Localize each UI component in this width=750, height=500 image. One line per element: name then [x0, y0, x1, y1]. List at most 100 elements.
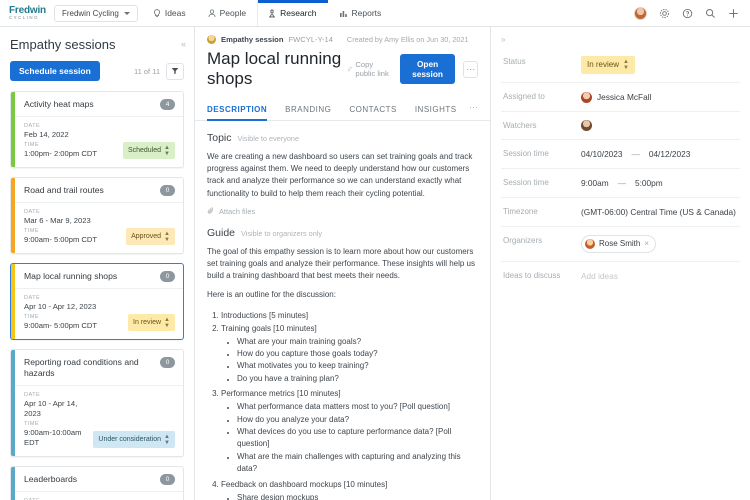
app-logo[interactable]: Fredwin CYCLING: [0, 0, 54, 26]
field-assigned-to-value[interactable]: Jessica McFall: [581, 91, 738, 103]
session-card-status[interactable]: Approved ▲ ▼: [126, 228, 175, 245]
session-hours-start: 9:00am: [581, 178, 609, 188]
session-card-title: Map local running shops: [24, 271, 118, 281]
status-text: Scheduled: [127, 147, 162, 154]
field-session-hours: Session time 9:00am — 5:00pm: [501, 169, 740, 198]
attach-files-button[interactable]: Attach files: [207, 207, 476, 216]
topic-heading: Topic: [207, 132, 232, 144]
field-organizers: Organizers Rose Smith ×: [501, 227, 740, 262]
session-card-status[interactable]: Scheduled ▲ ▼: [122, 142, 175, 159]
plus-icon[interactable]: [728, 8, 739, 19]
title-row: Map local running shops Copy public link…: [207, 49, 479, 98]
remove-organizer-icon[interactable]: ×: [644, 238, 649, 250]
session-card[interactable]: Road and trail routes 0 DATE Mar 6 - Mar…: [10, 177, 184, 254]
tabs-overflow-button[interactable]: ···: [469, 102, 478, 116]
field-assigned-to: Assigned to Jessica McFall: [501, 83, 740, 112]
tab-branding-label: BRANDING: [285, 105, 332, 114]
session-card-time: 9:00am- 5:00pm CDT: [24, 321, 98, 330]
outline-subitem: What devices do you use to capture perfo…: [237, 426, 476, 451]
field-timezone-label: Timezone: [503, 207, 538, 216]
logo-wordmark: Fredwin: [9, 4, 46, 16]
help-icon[interactable]: [682, 8, 693, 19]
microscope-icon: [269, 9, 276, 17]
session-hours-end: 5:00pm: [634, 178, 663, 188]
sessions-sidebar: Empathy sessions « Schedule session 11 o…: [0, 27, 195, 500]
date-label: DATE: [24, 123, 41, 129]
session-card-date: Apr 10 - Apr 12, 2023: [24, 302, 97, 311]
field-ideas-value[interactable]: Add ideas: [581, 270, 738, 282]
outline-item-label: Introductions [5 minutes]: [221, 310, 309, 320]
app-root: Fredwin CYCLING Fredwin Cycling Ideas Pe…: [0, 0, 750, 500]
session-date-end: 04/12/2023: [648, 149, 691, 159]
stepper-icon: ▲ ▼: [164, 230, 170, 243]
session-card-list[interactable]: Activity heat maps 4 DATE Feb 14, 2022 T…: [0, 91, 194, 500]
nav-tab-reports-label: Reports: [351, 8, 382, 18]
open-session-button[interactable]: Open session: [399, 54, 456, 84]
time-label: TIME: [24, 421, 39, 427]
organizer-tag[interactable]: Rose Smith ×: [581, 235, 657, 253]
outline-subitem: What are the main challenges with captur…: [237, 451, 476, 476]
field-status-value: In review ▲ ▼: [581, 56, 738, 74]
workspace-selector[interactable]: Fredwin Cycling: [53, 4, 138, 22]
field-timezone-value[interactable]: (GMT-06:00) Central Time (US & Canada): [581, 206, 738, 218]
more-actions-button[interactable]: ···: [463, 60, 479, 78]
primary-nav-tabs: Ideas People Research Reports: [142, 0, 392, 26]
session-card-date: Feb 14, 2022: [24, 130, 69, 139]
field-status: Status In review ▲ ▼: [501, 48, 740, 83]
outline-item-label: Training goals [10 minutes]: [221, 323, 317, 333]
filter-button[interactable]: [166, 62, 184, 80]
tab-contacts[interactable]: CONTACTS: [340, 98, 405, 120]
nav-tab-research[interactable]: Research: [257, 0, 328, 26]
field-session-date-value[interactable]: 04/10/2023 — 04/12/2023: [581, 148, 738, 160]
time-label: TIME: [24, 314, 39, 320]
outline-subitem: How do you capture those goals today?: [237, 348, 476, 360]
session-count: 11 of 11: [134, 66, 160, 76]
status-text: In review: [133, 319, 162, 326]
breadcrumb-type: Empathy session: [221, 35, 284, 44]
top-navigation: Fredwin CYCLING Fredwin Cycling Ideas Pe…: [0, 0, 750, 27]
nav-tab-reports[interactable]: Reports: [328, 0, 393, 26]
workspace-label: Fredwin Cycling: [61, 8, 119, 18]
session-card[interactable]: Leaderboards 0 DATE May 8, 2023 TIME 9:0…: [10, 466, 184, 500]
nav-tab-people[interactable]: People: [197, 0, 257, 26]
field-timezone: Timezone (GMT-06:00) Central Time (US & …: [501, 198, 740, 227]
guide-outline-intro: Here is an outline for the discussion:: [207, 290, 336, 300]
breadcrumb-id: FWCYL-Y-14: [288, 35, 333, 44]
nav-tab-ideas-label: Ideas: [164, 8, 186, 18]
field-assigned-to-label: Assigned to: [503, 92, 545, 101]
user-avatar[interactable]: [634, 6, 647, 20]
gear-icon[interactable]: [659, 8, 670, 19]
status-dropdown[interactable]: In review ▲ ▼: [581, 56, 635, 74]
outline-item: Introductions [5 minutes]: [221, 309, 476, 322]
outline-subitem: What motivates you to keep training?: [237, 360, 476, 372]
session-card-selected[interactable]: Map local running shops 0 DATE Apr 10 - …: [10, 263, 184, 340]
field-organizers-label: Organizers: [503, 236, 543, 245]
copy-public-link-button[interactable]: Copy public link: [347, 60, 392, 78]
status-text: Under consideration: [98, 436, 162, 443]
session-card-count-badge: 4: [160, 99, 175, 110]
expand-panel-icon[interactable]: »: [501, 35, 740, 44]
schedule-session-button[interactable]: Schedule session: [10, 61, 100, 81]
topic-heading-row: Topic Visible to everyone: [207, 132, 476, 144]
collapse-panel-icon[interactable]: «: [181, 39, 186, 49]
person-icon: [208, 8, 216, 17]
link-icon: [347, 66, 352, 72]
watcher-avatar: [581, 120, 592, 131]
field-session-hours-label: Session time: [503, 178, 549, 187]
field-session-hours-value[interactable]: 9:00am — 5:00pm: [581, 177, 738, 189]
session-card[interactable]: Reporting road conditions and hazards 0 …: [10, 349, 184, 457]
field-watchers-value[interactable]: [581, 120, 738, 131]
tab-insights[interactable]: INSIGHTS: [406, 98, 466, 120]
search-icon[interactable]: [705, 8, 716, 19]
app-body: Empathy sessions « Schedule session 11 o…: [0, 27, 750, 500]
logo-tagline: CYCLING: [9, 14, 40, 20]
nav-tab-ideas[interactable]: Ideas: [142, 0, 197, 26]
session-detail-main: Empathy session FWCYL-Y-14 Created by Am…: [195, 27, 490, 500]
session-card-status[interactable]: Under consideration ▲ ▼: [93, 431, 175, 448]
tab-branding[interactable]: BRANDING: [276, 98, 340, 120]
bar-chart-icon: [339, 10, 347, 17]
session-card[interactable]: Activity heat maps 4 DATE Feb 14, 2022 T…: [10, 91, 184, 168]
tab-description[interactable]: DESCRIPTION: [207, 98, 276, 121]
session-card-status[interactable]: In review ▲ ▼: [128, 314, 175, 331]
guide-heading: Guide: [207, 226, 236, 239]
